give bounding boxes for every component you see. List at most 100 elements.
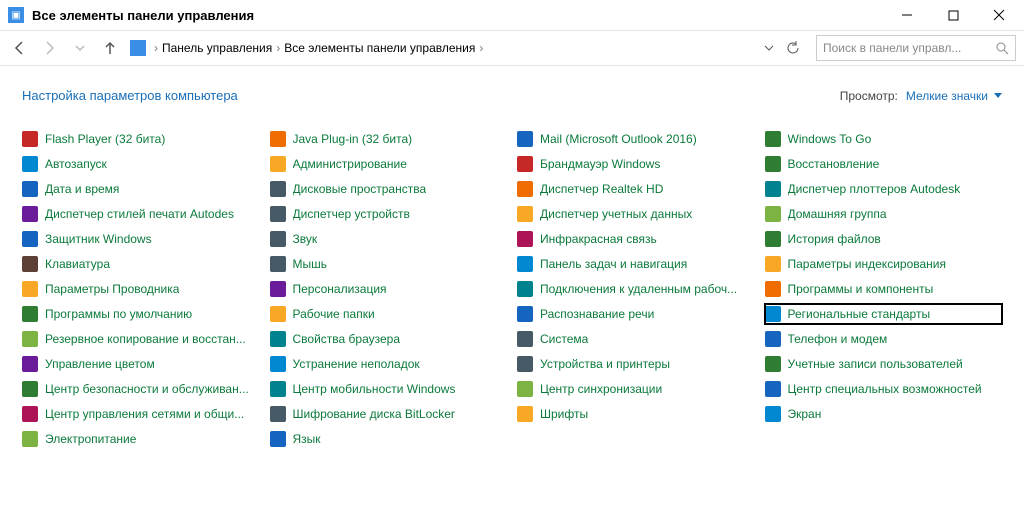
applet-icon bbox=[270, 381, 286, 397]
applet-icon bbox=[270, 431, 286, 447]
cp-item[interactable]: Параметры индексирования bbox=[765, 254, 1003, 274]
cp-item[interactable]: Администрирование bbox=[270, 154, 508, 174]
cp-item[interactable]: Система bbox=[517, 329, 755, 349]
breadcrumb-seg-1[interactable]: Панель управления bbox=[162, 41, 272, 55]
cp-item[interactable]: Дата и время bbox=[22, 179, 260, 199]
cp-item[interactable]: Центр безопасности и обслуживан... bbox=[22, 379, 260, 399]
cp-item[interactable]: Инфракрасная связь bbox=[517, 229, 755, 249]
cp-item[interactable]: История файлов bbox=[765, 229, 1003, 249]
applet-icon bbox=[765, 181, 781, 197]
applet-icon bbox=[517, 206, 533, 222]
applet-label: Учетные записи пользователей bbox=[788, 357, 963, 371]
applet-icon bbox=[517, 181, 533, 197]
cp-item[interactable]: Центр синхронизации bbox=[517, 379, 755, 399]
cp-item[interactable]: Центр мобильности Windows bbox=[270, 379, 508, 399]
cp-item[interactable]: Мышь bbox=[270, 254, 508, 274]
cp-item[interactable]: Windows To Go bbox=[765, 129, 1003, 149]
applet-label: Диспетчер плоттеров Autodesk bbox=[788, 182, 961, 196]
cp-item[interactable]: Управление цветом bbox=[22, 354, 260, 374]
applet-label: Клавиатура bbox=[45, 257, 110, 271]
cp-item[interactable]: Телефон и модем bbox=[765, 329, 1003, 349]
recent-dropdown[interactable] bbox=[68, 36, 92, 60]
applet-icon bbox=[22, 131, 38, 147]
cp-item[interactable]: Java Plug-in (32 бита) bbox=[270, 129, 508, 149]
cp-item[interactable]: Восстановление bbox=[765, 154, 1003, 174]
cp-item[interactable]: Региональные стандарты bbox=[765, 304, 1003, 324]
cp-item[interactable]: Домашняя группа bbox=[765, 204, 1003, 224]
cp-item[interactable]: Рабочие папки bbox=[270, 304, 508, 324]
cp-item[interactable]: Дисковые пространства bbox=[270, 179, 508, 199]
applet-icon bbox=[270, 331, 286, 347]
applet-icon bbox=[270, 356, 286, 372]
applet-label: Шрифты bbox=[540, 407, 588, 421]
cp-item[interactable]: Центр специальных возможностей bbox=[765, 379, 1003, 399]
applet-label: Программы и компоненты bbox=[788, 282, 934, 296]
cp-item[interactable]: Учетные записи пользователей bbox=[765, 354, 1003, 374]
up-button[interactable] bbox=[98, 36, 122, 60]
applet-label: Flash Player (32 бита) bbox=[45, 132, 165, 146]
cp-item[interactable]: Персонализация bbox=[270, 279, 508, 299]
applet-icon bbox=[765, 356, 781, 372]
cp-item[interactable]: Защитник Windows bbox=[22, 229, 260, 249]
cp-item[interactable]: Диспетчер устройств bbox=[270, 204, 508, 224]
cp-item[interactable]: Электропитание bbox=[22, 429, 260, 449]
cp-item[interactable]: Свойства браузера bbox=[270, 329, 508, 349]
applet-icon bbox=[765, 156, 781, 172]
cp-item[interactable]: Устранение неполадок bbox=[270, 354, 508, 374]
applet-icon bbox=[517, 281, 533, 297]
cp-item[interactable]: Панель задач и навигация bbox=[517, 254, 755, 274]
view-selector[interactable]: Мелкие значки bbox=[906, 89, 1002, 103]
applet-label: Java Plug-in (32 бита) bbox=[293, 132, 413, 146]
cp-item[interactable]: Центр управления сетями и общи... bbox=[22, 404, 260, 424]
search-input[interactable]: Поиск в панели управл... bbox=[816, 35, 1016, 61]
maximize-button[interactable] bbox=[930, 0, 976, 30]
applet-icon bbox=[517, 231, 533, 247]
chevron-right-icon: › bbox=[154, 41, 158, 55]
cp-item[interactable]: Распознавание речи bbox=[517, 304, 755, 324]
cp-item[interactable]: Язык bbox=[270, 429, 508, 449]
cp-item[interactable]: Звук bbox=[270, 229, 508, 249]
applet-icon bbox=[517, 406, 533, 422]
close-button[interactable] bbox=[976, 0, 1022, 30]
cp-item[interactable]: Программы по умолчанию bbox=[22, 304, 260, 324]
cp-item[interactable]: Экран bbox=[765, 404, 1003, 424]
back-button[interactable] bbox=[8, 36, 32, 60]
cp-item[interactable]: Подключения к удаленным рабоч... bbox=[517, 279, 755, 299]
cp-item[interactable]: Шрифты bbox=[517, 404, 755, 424]
cp-item[interactable]: Клавиатура bbox=[22, 254, 260, 274]
applet-icon bbox=[765, 256, 781, 272]
cp-item[interactable]: Устройства и принтеры bbox=[517, 354, 755, 374]
cp-item[interactable]: Диспетчер стилей печати Autodes bbox=[22, 204, 260, 224]
cp-item[interactable]: Шифрование диска BitLocker bbox=[270, 404, 508, 424]
cp-item[interactable]: Диспетчер учетных данных bbox=[517, 204, 755, 224]
applet-icon bbox=[517, 331, 533, 347]
applet-label: Управление цветом bbox=[45, 357, 155, 371]
cp-item[interactable]: Flash Player (32 бита) bbox=[22, 129, 260, 149]
applet-icon bbox=[270, 231, 286, 247]
cp-item[interactable]: Диспетчер Realtek HD bbox=[517, 179, 755, 199]
address-dropdown[interactable] bbox=[762, 41, 776, 55]
applet-icon bbox=[765, 131, 781, 147]
minimize-button[interactable] bbox=[884, 0, 930, 30]
cp-item[interactable]: Диспетчер плоттеров Autodesk bbox=[765, 179, 1003, 199]
applet-icon bbox=[765, 281, 781, 297]
page-title: Настройка параметров компьютера bbox=[22, 88, 238, 103]
applet-icon bbox=[270, 281, 286, 297]
cp-item[interactable]: Mail (Microsoft Outlook 2016) bbox=[517, 129, 755, 149]
breadcrumb-seg-2[interactable]: Все элементы панели управления bbox=[284, 41, 475, 55]
cp-item[interactable]: Параметры Проводника bbox=[22, 279, 260, 299]
applet-label: Распознавание речи bbox=[540, 307, 654, 321]
forward-button[interactable] bbox=[38, 36, 62, 60]
cp-item[interactable]: Резервное копирование и восстан... bbox=[22, 329, 260, 349]
applet-icon bbox=[765, 206, 781, 222]
view-value: Мелкие значки bbox=[906, 89, 988, 103]
applet-label: Администрирование bbox=[293, 157, 407, 171]
refresh-button[interactable] bbox=[782, 37, 804, 59]
cp-item[interactable]: Автозапуск bbox=[22, 154, 260, 174]
chevron-right-icon: › bbox=[276, 41, 280, 55]
cp-item[interactable]: Брандмауэр Windows bbox=[517, 154, 755, 174]
breadcrumb[interactable]: › Панель управления › Все элементы панел… bbox=[154, 41, 483, 55]
applet-icon bbox=[22, 381, 38, 397]
cp-item[interactable]: Программы и компоненты bbox=[765, 279, 1003, 299]
applet-label: Центр мобильности Windows bbox=[293, 382, 456, 396]
